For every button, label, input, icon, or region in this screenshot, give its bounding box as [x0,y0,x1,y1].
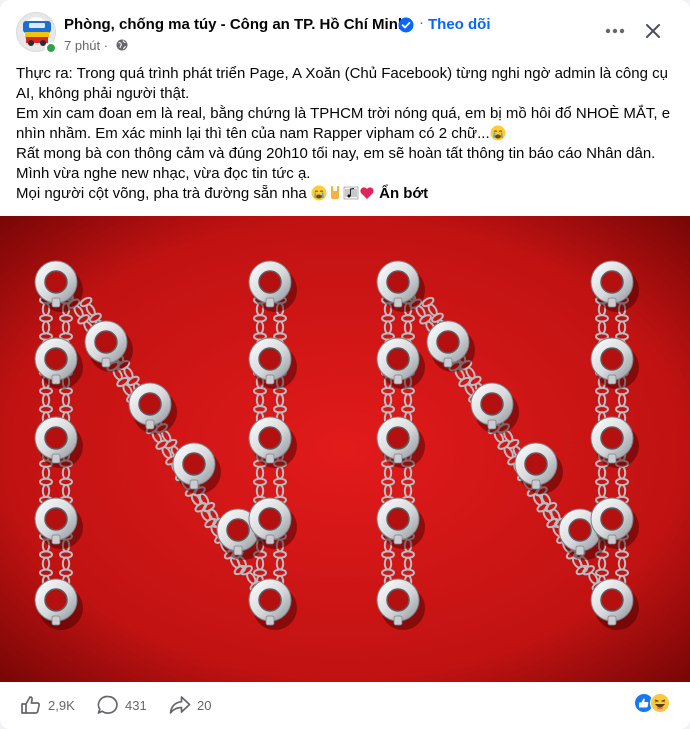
post-text-line: Mọi người cột võng, pha trà đường sẵn nh… [16,185,311,202]
crying-face-emoji-icon [490,125,506,141]
post-text-line-emoji: nhìn nhầm. Em xác minh lại thì tên của n… [16,124,676,144]
post-text-line: Thực ra: Trong quá trình phát triển Page… [16,65,668,82]
comment-count-button[interactable]: 431 [97,694,147,716]
thumbs-up-icon [21,696,40,714]
post-card: Phòng, chống ma túy - Công an TP. Hồ Chí… [0,0,690,729]
share-arrow-icon [169,696,191,714]
post-text-line: Mình vừa nghe new nhạc, vừa đọc tin tức … [16,165,311,182]
post-header: Phòng, chống ma túy - Công an TP. Hồ Chí… [16,12,674,56]
header-separator: · [419,14,424,31]
comment-count: 431 [125,697,147,713]
post-image[interactable] [0,216,690,682]
share-count-button[interactable]: 20 [169,694,211,716]
post-text-line: Em xin cam đoan em là real, bằng chứng l… [16,105,671,122]
post-time[interactable]: 7 phút · [64,38,108,53]
music-score-emoji-icon [343,186,359,200]
close-button[interactable] [642,20,664,42]
post-text: Thực ra: Trong quá trình phát triển Page… [16,64,676,204]
online-status-dot [45,42,57,54]
like-count-button[interactable]: 2,9K [20,694,75,716]
time-ago-text[interactable]: 7 phút [64,38,100,53]
like-count: 2,9K [48,697,75,713]
share-count: 20 [197,697,212,713]
post-footer: 2,9K 431 20 [0,682,690,729]
globe-icon [116,39,128,51]
rock-hand-emoji-icon [330,186,340,199]
crying-face-emoji-icon [311,185,327,201]
page-name-link[interactable]: Phòng, chống ma túy - Công an TP. Hồ Chí… [64,16,407,33]
see-less-link[interactable]: Ẩn bớt [379,185,428,202]
reaction-summary[interactable] [634,692,674,714]
post-text-line: nhìn nhầm. Em xác minh lại thì tên của n… [16,125,490,142]
comment-bubble-icon [97,695,118,714]
post-text-line: Rất mong bà con thông cảm và đúng 20h10 … [16,145,656,162]
more-options-button[interactable] [604,20,626,42]
red-heart-emoji-icon [360,187,374,199]
haha-reaction-icon [650,693,670,713]
follow-button[interactable]: Theo dõi [428,16,491,33]
meta-dot: · [103,38,109,53]
handcuffs-nn-artwork [0,216,690,682]
more-horizontal-icon [605,28,625,34]
verified-badge-icon [398,17,414,33]
close-icon [646,24,660,38]
post-text-line: AI, không phải người thật. [16,85,190,102]
post-text-last-line: Mọi người cột võng, pha trà đường sẵn nh… [16,184,676,204]
